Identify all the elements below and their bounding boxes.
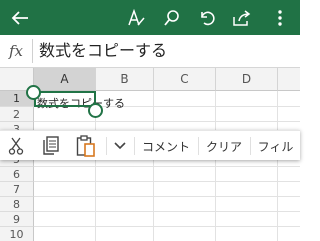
clear-button-label: クリア: [205, 139, 242, 154]
row-header-9[interactable]: 9: [0, 212, 34, 227]
column-header-a[interactable]: A: [34, 68, 96, 91]
more-vertical-icon[interactable]: [268, 0, 292, 35]
formula-bar: fx 数式をコピーする: [0, 35, 300, 68]
formula-input[interactable]: 数式をコピーする: [39, 35, 167, 67]
grid-line: [34, 196, 300, 197]
grid-line: [34, 226, 300, 227]
selection-handle-start[interactable]: [26, 85, 41, 100]
row-header-6[interactable]: 6: [0, 167, 34, 182]
row-header-10[interactable]: 10: [0, 227, 34, 241]
row-header-8[interactable]: 8: [0, 197, 34, 212]
chevron-down-icon[interactable]: [107, 131, 133, 161]
undo-icon[interactable]: [195, 0, 219, 35]
clear-button[interactable]: クリア: [199, 131, 249, 161]
column-header-c[interactable]: C: [154, 68, 216, 91]
cut-icon[interactable]: [0, 131, 32, 161]
column-header-b[interactable]: B: [96, 68, 154, 91]
row-header-2[interactable]: 2: [0, 107, 34, 122]
copy-icon[interactable]: [36, 131, 66, 161]
context-menu: コメント クリア フィル: [0, 130, 300, 160]
fx-label[interactable]: fx: [0, 35, 32, 67]
grid-line: [34, 211, 300, 212]
draw-pen-icon[interactable]: [124, 0, 148, 35]
selection-handle-end[interactable]: [88, 103, 103, 118]
fill-button[interactable]: フィル: [251, 131, 300, 161]
selected-cell-outline[interactable]: [34, 91, 96, 107]
grid-line: [34, 181, 300, 182]
grid-line: [34, 166, 300, 167]
app-toolbar: [0, 0, 300, 35]
comment-button[interactable]: コメント: [135, 131, 197, 161]
column-header-partial[interactable]: [278, 68, 300, 91]
grid-line: [34, 121, 300, 122]
formula-bar-divider: [32, 39, 33, 63]
back-arrow-icon[interactable]: [6, 0, 34, 35]
paste-icon[interactable]: [70, 131, 102, 161]
search-icon[interactable]: [160, 0, 184, 35]
fill-button-label: フィル: [257, 139, 294, 154]
share-icon[interactable]: [230, 0, 254, 35]
row-header-7[interactable]: 7: [0, 182, 34, 197]
comment-button-label: コメント: [141, 139, 190, 154]
column-header-d[interactable]: D: [216, 68, 278, 91]
